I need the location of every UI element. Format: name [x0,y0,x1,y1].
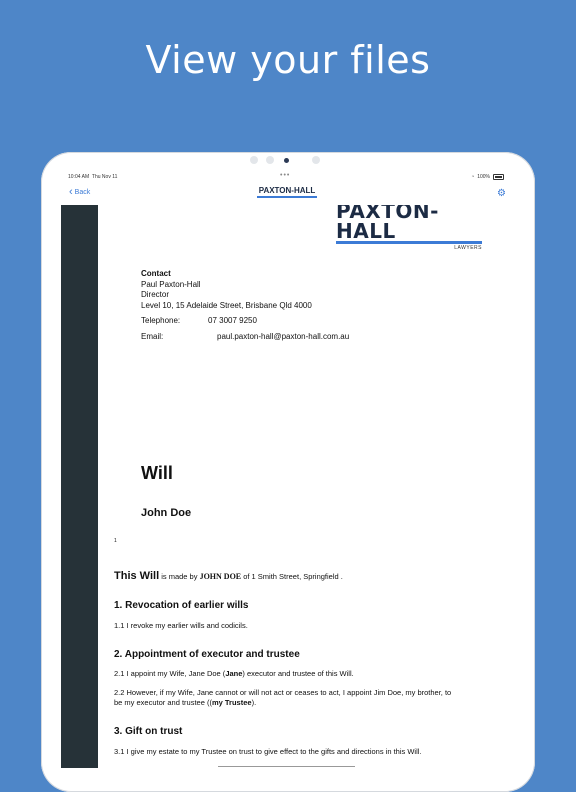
section-heading: 2. Appointment of executor and trustee [114,649,300,660]
paragraph-2-1: 2.1 I appoint my Wife, Jane Doe (Jane) e… [114,669,354,678]
battery-icon [493,174,504,180]
paragraph-1-1: 1.1 I revoke my earlier wills and codici… [114,621,248,630]
telephone-label: Telephone: [141,316,181,325]
document-person: John Doe [141,507,192,519]
contact-block: Contact Paul Paxton-Hall Director Level … [141,269,349,342]
multitask-dots[interactable]: ••• [280,172,290,179]
navigation-bar: ‹ Back PAXTON-HALL ⚙ [61,184,513,204]
page-indicator [250,156,330,166]
logo-name: PAXTON-HALL [336,205,439,243]
document-title: Will [141,463,173,483]
sidebar-panel [61,205,98,768]
page-number: 1 [114,538,117,544]
wifi-icon: ◔ [471,174,475,180]
contact-email-row: Email: paul.paxton-hall@paxton-hall.com.… [141,332,349,342]
contact-telephone-row: Telephone: 07 3007 9250 [141,316,312,326]
footer-divider [218,766,355,767]
email-value: paul.paxton-hall@paxton-hall.com.au [217,332,350,341]
section-heading: 1. Revocation of earlier wills [114,600,249,611]
page-dot-active[interactable] [284,158,289,163]
page-dot[interactable] [266,156,274,164]
status-right: ◔ 100% [471,174,504,180]
battery-percent: 100% [477,174,490,180]
back-button[interactable]: ‹ Back [69,186,91,198]
document-logo: PAXTON-HALL LAWYERS [336,205,482,251]
page-dot[interactable] [312,156,320,164]
document-viewer[interactable]: PAXTON-HALL LAWYERS Contact Paul Paxton-… [98,205,513,768]
logo-subtitle: LAWYERS [454,245,482,251]
contact-heading: Contact [141,269,171,278]
paragraph-2-2: 2.2 However, if my Wife, Jane cannot or … [114,688,452,707]
email-label: Email: [141,332,164,341]
contact-role: Director [141,290,170,299]
section-heading: 3. Gift on trust [114,726,183,737]
chevron-left-icon: ‹ [69,186,73,198]
back-label: Back [74,188,91,196]
contact-name: Paul Paxton-Hall [141,279,201,289]
telephone-value: 07 3007 9250 [208,316,257,325]
paragraph-3-1: 3.1 I give my estate to my Trustee on tr… [114,747,422,756]
intro-paragraph: This Will is made by JOHN DOE of 1 Smith… [114,570,343,582]
status-time: 10:04 AM Thu Nov 11 [68,174,118,180]
status-bar: 10:04 AM Thu Nov 11 ••• ◔ 100% [68,172,504,183]
headline: View your files [145,38,431,82]
page-dot[interactable] [250,156,258,164]
app-logo: PAXTON-HALL [257,186,317,198]
gear-icon[interactable]: ⚙ [496,188,507,199]
contact-address: Level 10, 15 Adelaide Street, Brisbane Q… [141,300,312,310]
